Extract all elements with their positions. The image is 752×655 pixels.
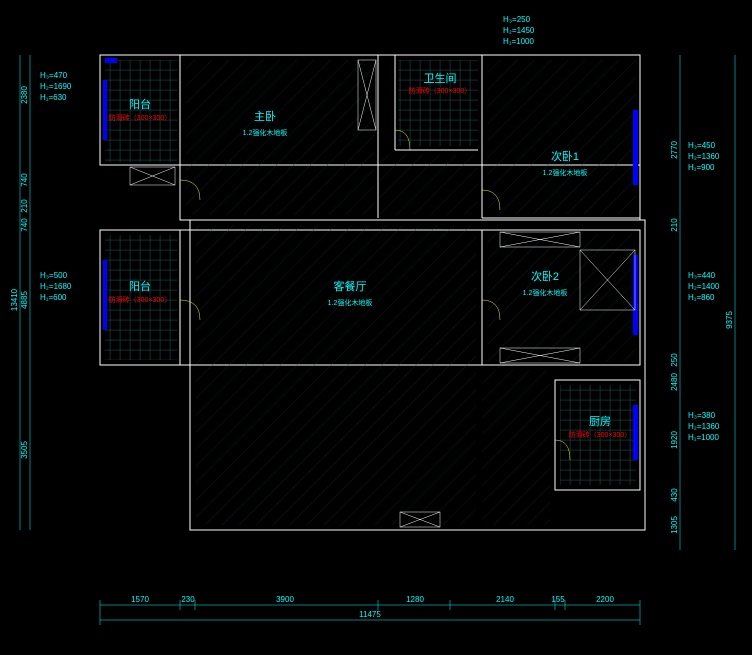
bed2-fill — [488, 234, 636, 361]
dim-bottom: 1570 230 3900 1280 2140 155 2200 11475 — [100, 595, 640, 625]
svg-text:2770: 2770 — [670, 141, 679, 159]
svg-text:2200: 2200 — [596, 595, 614, 604]
svg-text:2140: 2140 — [496, 595, 514, 604]
svg-text:H₁=600: H₁=600 — [40, 293, 67, 302]
svg-text:2480: 2480 — [670, 373, 679, 391]
svg-text:1280: 1280 — [406, 595, 424, 604]
svg-text:740: 740 — [20, 218, 29, 232]
svg-text:9375: 9375 — [725, 311, 734, 329]
bed1-floor: 1.2强化木地板 — [543, 168, 588, 177]
balcony1-note: 防滑砖（300×300） — [109, 113, 171, 122]
living-ext — [482, 370, 550, 525]
svg-text:H₂=1360: H₂=1360 — [688, 422, 720, 431]
svg-text:2380: 2380 — [20, 86, 29, 104]
svg-text:H₂=1400: H₂=1400 — [688, 282, 720, 291]
svg-text:1305: 1305 — [670, 516, 679, 534]
svg-text:H₁=1000: H₁=1000 — [503, 37, 535, 46]
master-floor: 1.2强化木地板 — [243, 128, 288, 137]
svg-text:H₃=470: H₃=470 — [40, 71, 68, 80]
svg-text:H₂=1360: H₂=1360 — [688, 152, 720, 161]
svg-text:H₁=630: H₁=630 — [40, 93, 67, 102]
svg-text:210: 210 — [670, 218, 679, 232]
svg-text:4885: 4885 — [20, 291, 29, 309]
accent-win2 — [103, 80, 107, 140]
svg-text:H₃=380: H₃=380 — [688, 411, 716, 420]
svg-text:H₁=900: H₁=900 — [688, 163, 715, 172]
h-left-top: H₃=470 H₂=1690 H₁=630 — [40, 71, 72, 102]
svg-text:H₃=250: H₃=250 — [503, 15, 531, 24]
svg-text:210: 210 — [20, 199, 29, 213]
svg-text:3900: 3900 — [276, 595, 294, 604]
bed1-label: 次卧1 — [551, 149, 579, 163]
svg-text:H₂=1690: H₂=1690 — [40, 82, 72, 91]
accent-win3 — [103, 260, 107, 330]
svg-text:H₂=1680: H₂=1680 — [40, 282, 72, 291]
svg-text:H₂=1450: H₂=1450 — [503, 26, 535, 35]
accent-win4 — [633, 110, 638, 185]
balcony1-label: 阳台 — [129, 97, 151, 111]
bath-note: 防滑砖（300×300） — [409, 86, 471, 95]
bath-label: 卫生间 — [424, 71, 457, 85]
svg-text:740: 740 — [20, 173, 29, 187]
balcony2-label: 阳台 — [129, 279, 151, 293]
svg-text:11475: 11475 — [359, 610, 381, 619]
h-right3: H₃=380 H₂=1360 H₁=1000 — [688, 411, 720, 442]
h-right1: H₃=450 H₂=1360 H₁=900 — [688, 141, 720, 172]
svg-text:1920: 1920 — [670, 431, 679, 449]
svg-text:H₃=450: H₃=450 — [688, 141, 716, 150]
svg-text:H₃=500: H₃=500 — [40, 271, 68, 280]
svg-text:1570: 1570 — [131, 595, 149, 604]
svg-text:430: 430 — [670, 488, 679, 502]
svg-text:230: 230 — [181, 595, 195, 604]
kitchen-note: 防滑砖（300×300） — [569, 430, 631, 439]
svg-text:155: 155 — [551, 595, 565, 604]
balcony1-fill — [105, 60, 177, 162]
living-fill — [196, 225, 476, 525]
dim-left: 13410 2380 740 210 740 4885 3505 — [10, 55, 30, 530]
master-fill — [186, 60, 374, 215]
accent-win6 — [633, 405, 638, 460]
h-left-bot: H₃=500 H₂=1680 H₁=600 — [40, 271, 72, 302]
svg-text:250: 250 — [670, 353, 679, 367]
kitchen-label: 厨房 — [589, 415, 611, 428]
bed1-fill — [488, 60, 636, 214]
master-label: 主卧 — [254, 110, 276, 123]
svg-text:13410: 13410 — [10, 288, 19, 311]
balcony2-note: 防滑砖（300×300） — [109, 295, 171, 304]
svg-text:H₁=1000: H₁=1000 — [688, 433, 720, 442]
living-label: 客餐厅 — [334, 279, 367, 293]
svg-text:3505: 3505 — [20, 441, 29, 459]
svg-text:H₁=860: H₁=860 — [688, 293, 715, 302]
accent-win5 — [633, 255, 638, 335]
h-right2: H₃=440 H₂=1400 H₁=860 — [688, 271, 720, 302]
svg-text:H₃=440: H₃=440 — [688, 271, 716, 280]
bed2-label: 次卧2 — [531, 269, 559, 283]
accent-win1 — [105, 58, 117, 63]
dim-right: 2770 210 250 2480 1920 430 1305 9375 — [670, 55, 735, 550]
bed2-floor: 1.2强化木地板 — [523, 288, 568, 297]
h-top: H₃=250 H₂=1450 H₁=1000 — [503, 15, 535, 46]
corr-fill — [380, 155, 478, 215]
living-floor: 1.2强化木地板 — [328, 298, 373, 307]
